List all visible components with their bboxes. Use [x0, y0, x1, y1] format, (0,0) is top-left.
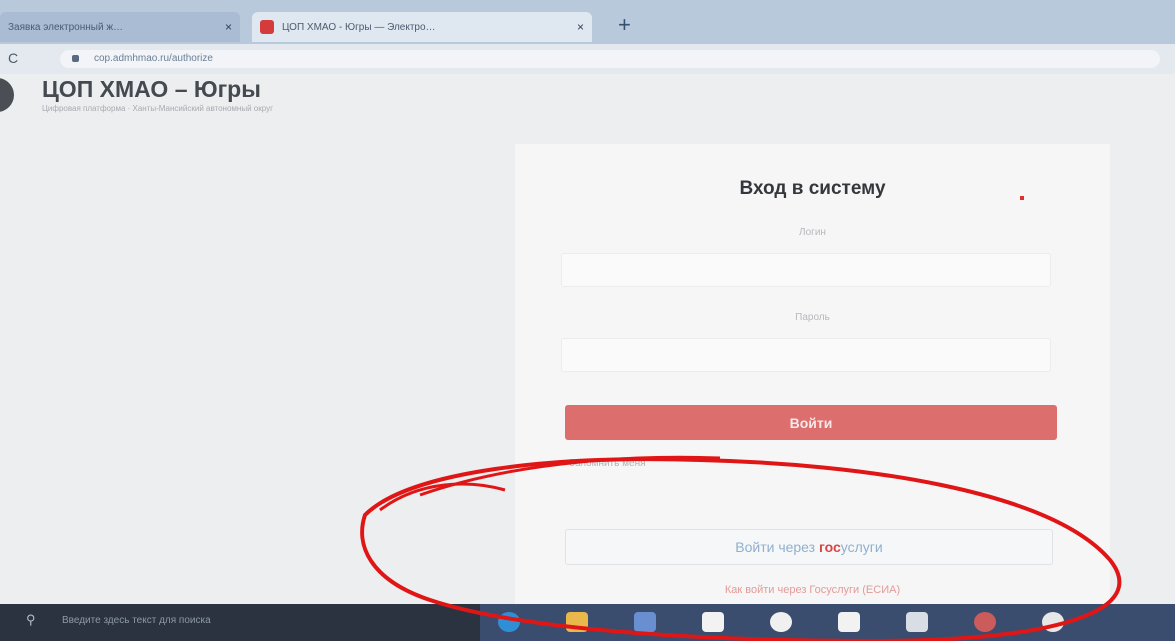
password-label: Пароль [795, 312, 830, 323]
taskbar [480, 604, 1175, 641]
url-field[interactable]: cop.admhmao.ru/authorize [60, 50, 1160, 68]
site-title: ЦОП ХМАО – Югры [42, 76, 261, 102]
new-tab-button[interactable]: + [618, 14, 631, 36]
tab-label: ЦОП ХМАО - Югры — Электро… [282, 21, 436, 33]
photos-icon[interactable] [906, 612, 928, 632]
tab-cop-hmao[interactable]: ЦОП ХМАО - Югры — Электро… × [252, 12, 592, 42]
tab-label: Заявка электронный ж… [8, 21, 124, 33]
gosuslugi-prefix: Войти через [735, 539, 816, 555]
favicon-icon [260, 20, 274, 34]
password-input[interactable] [561, 338, 1051, 372]
login-label: Логин [799, 227, 826, 238]
page-content: ЦОП ХМАО – Югры Цифровая платформа · Хан… [0, 74, 1175, 604]
word-doc-icon[interactable] [702, 612, 724, 632]
remember-me[interactable]: Запомнить меня [569, 458, 646, 469]
esia-help-link[interactable]: Как войти через Госуслуги (ЕСИА) [515, 584, 1110, 596]
gosuslugi-logo-gos: гос [818, 539, 841, 555]
close-icon[interactable]: × [577, 20, 584, 34]
red-dot [1020, 196, 1024, 200]
windows-search-bar[interactable]: ⚲ Введите здесь текст для поиска [0, 604, 480, 641]
search-placeholder: Введите здесь текст для поиска [62, 615, 211, 626]
camera-icon[interactable] [1042, 612, 1064, 632]
login-button[interactable]: Войти [565, 405, 1057, 440]
browser-tab-bar: Заявка электронный ж… × ЦОП ХМАО - Югры … [0, 0, 1175, 44]
lock-icon [72, 55, 79, 62]
address-bar: C cop.admhmao.ru/authorize [0, 44, 1175, 74]
logo-icon [0, 78, 14, 112]
tab-electronic-journal[interactable]: Заявка электронный ж… × [0, 12, 240, 42]
edge-icon[interactable] [498, 612, 520, 632]
site-subtitle: Цифровая платформа · Ханты-Мансийский ав… [42, 104, 274, 113]
yandex-browser-icon[interactable] [770, 612, 792, 632]
reload-icon[interactable]: C [8, 50, 18, 66]
login-card: Вход в систему Логин Пароль Войти Запомн… [515, 144, 1110, 604]
gosuslugi-login-button[interactable]: Войти через гос услуги [565, 529, 1053, 565]
url-text: cop.admhmao.ru/authorize [94, 53, 213, 64]
store-icon[interactable] [634, 612, 656, 632]
file-explorer-icon[interactable] [566, 612, 588, 632]
search-icon: ⚲ [26, 612, 36, 627]
login-input[interactable] [561, 253, 1051, 287]
gosuslugi-logo-rest: услуги [840, 539, 883, 555]
chrome-icon[interactable] [974, 612, 996, 632]
close-icon[interactable]: × [225, 20, 232, 34]
document-icon[interactable] [838, 612, 860, 632]
